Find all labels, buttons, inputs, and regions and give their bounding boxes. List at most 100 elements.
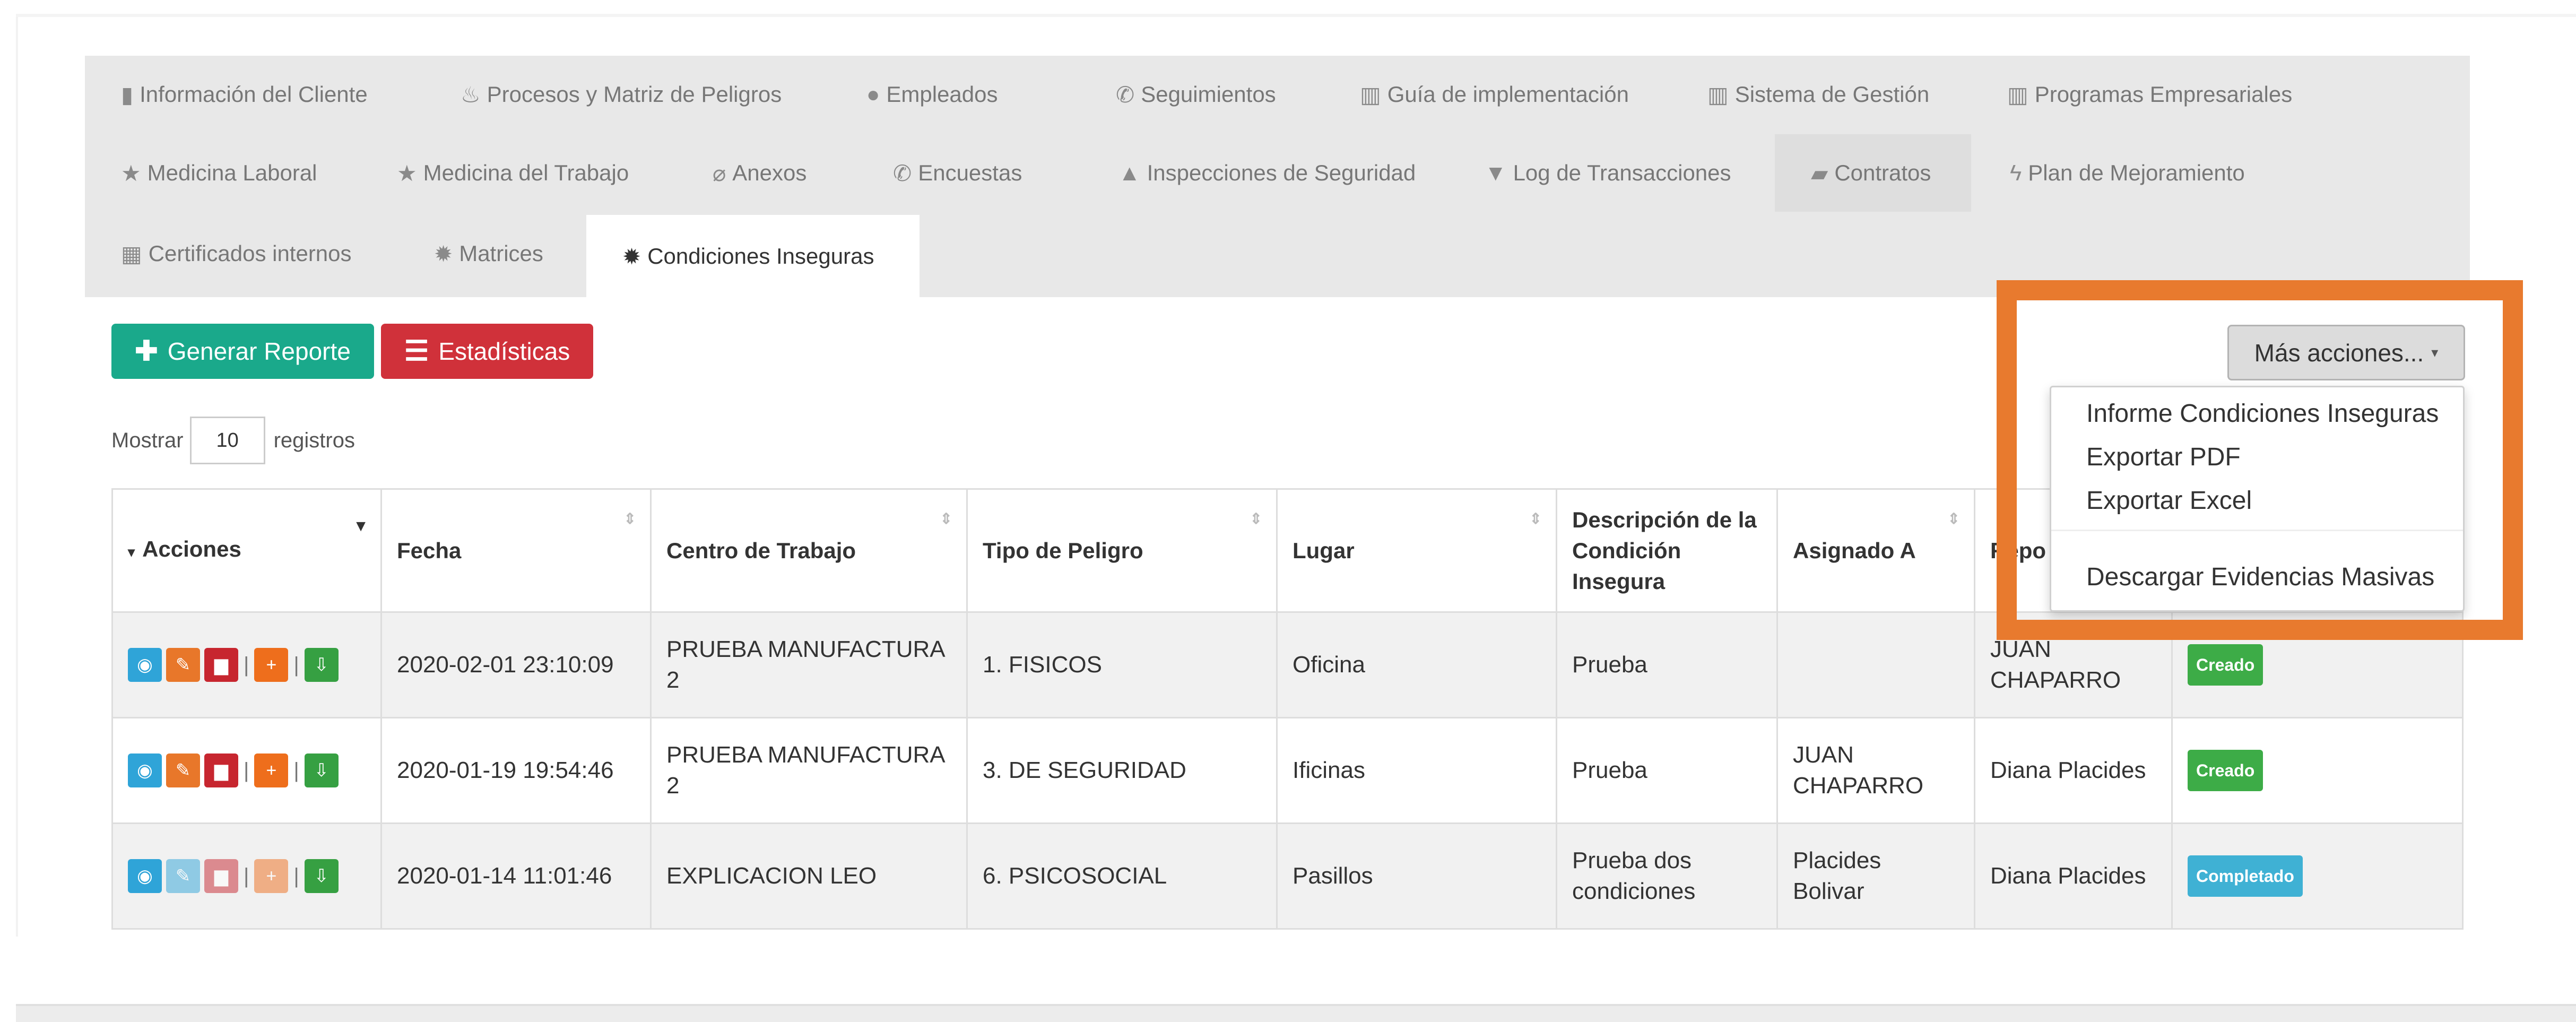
cell-centro: EXPLICACION LEO — [650, 822, 968, 930]
download-icon[interactable]: ⇩ — [304, 753, 339, 787]
cell-estado: Creado — [2171, 717, 2464, 824]
cell-lugar: Pasillos — [1276, 822, 1557, 930]
sort-icon: ⇕ — [1529, 510, 1542, 527]
table-row: ◉ ✎ ▆ | + | ⇩ 2020-01-14 11:01:46 EXPLICACION … — [111, 822, 2464, 930]
filter-icon: ▼ — [1485, 160, 1507, 185]
tab-empleados[interactable]: ● Empleados — [830, 56, 998, 133]
sort-icon: ⇕ — [940, 510, 952, 527]
table-row: ◉ ✎ ▆ | + | ⇩ 2020-01-19 19:54:46 PRUEBA MANUF… — [111, 717, 2464, 824]
tab-matrices[interactable]: ✹ Matrices — [398, 215, 543, 292]
user-icon: ● — [866, 82, 880, 107]
trash-icon[interactable]: ▆ — [204, 753, 238, 787]
tab-medicina-trabajo[interactable]: ★ Medicina del Trabajo — [361, 134, 629, 212]
sort-icon: ⇕ — [1250, 510, 1262, 527]
folder-open-icon: ▰ — [1811, 160, 1828, 186]
caret-icon: ▾ — [128, 544, 135, 560]
file-icon: ▮ — [121, 82, 134, 107]
annotation-highlight-box — [1997, 280, 2523, 640]
cell-centro: PRUEBA MANUFACTURA 2 — [650, 611, 968, 718]
column-header-lugar[interactable]: Lugar ⇕ — [1276, 488, 1557, 613]
cell-fecha: 2020-01-14 11:01:46 — [380, 822, 652, 930]
edit-icon[interactable]: ✎ — [166, 648, 200, 682]
warning-icon: ▲ — [1118, 160, 1141, 185]
table-clip-mask — [16, 937, 2576, 1004]
cell-lugar: Oficina — [1276, 611, 1557, 718]
separator: | — [244, 759, 249, 782]
separator: | — [244, 653, 249, 677]
cell-descripcion: Prueba dos condiciones — [1556, 822, 1778, 930]
star-icon: ★ — [121, 160, 141, 186]
cell-asignado: Placides Bolivar — [1776, 822, 1975, 930]
cell-estado: Completado — [2171, 822, 2464, 930]
download-icon[interactable]: ⇩ — [304, 648, 339, 682]
tab-condiciones-inseguras[interactable]: ✹ Condiciones Inseguras — [586, 215, 920, 298]
cell-asignado — [1776, 611, 1975, 718]
separator: | — [244, 864, 249, 888]
view-eye-icon[interactable]: ◉ — [128, 753, 162, 787]
column-header-centro[interactable]: Centro de Trabajo ⇕ — [650, 488, 968, 613]
cell-centro: PRUEBA MANUFACTURA 2 — [650, 717, 968, 824]
edit-icon: ✎ — [166, 859, 200, 893]
statistics-button[interactable]: ☰ Estadísticas — [381, 324, 593, 379]
status-badge: Creado — [2188, 750, 2263, 791]
sort-icon: ⇕ — [1947, 510, 1960, 527]
tab-medicina-laboral[interactable]: ★ Medicina Laboral — [85, 134, 317, 212]
tab-certificados-internos[interactable]: ▦ Certificados internos — [85, 215, 352, 292]
column-header-tipo[interactable]: Tipo de Peligro ⇕ — [966, 488, 1278, 613]
actions-cell: ◉ ✎ ▆ | + | ⇩ — [111, 822, 382, 930]
tab-informacion-cliente[interactable]: ▮ Información del Cliente — [85, 56, 368, 133]
column-header-descripcion[interactable]: Descripción de la Condición Insegura — [1556, 488, 1778, 613]
edit-icon[interactable]: ✎ — [166, 753, 200, 787]
cell-fecha: 2020-01-19 19:54:46 — [380, 717, 652, 824]
cell-fecha: 2020-02-01 23:10:09 — [380, 611, 652, 718]
tab-plan-mejoramiento[interactable]: ϟ Plan de Mejoramiento — [1974, 134, 2245, 212]
plus-square-icon[interactable]: + — [254, 753, 289, 787]
plus-icon: ✚ — [135, 336, 158, 367]
page-length-select[interactable]: 10 — [189, 417, 265, 464]
bar-chart-icon: ▥ — [2007, 82, 2028, 107]
bolt-icon: ϟ — [2010, 160, 2022, 185]
tab-procesos-matriz[interactable]: ♨ Procesos y Matriz de Peligros — [424, 56, 782, 133]
column-header-asignado[interactable]: Asignado A ⇕ — [1776, 488, 1975, 613]
view-eye-icon[interactable]: ◉ — [128, 859, 162, 893]
tab-bar: ▮ Información del Cliente ♨ Procesos y Mat… — [85, 56, 2470, 298]
sort-icon: ⇕ — [623, 510, 636, 527]
phone-icon: ✆ — [893, 160, 912, 186]
tab-log-transacciones[interactable]: ▼ Log de Transacciones — [1449, 134, 1731, 212]
tab-sistema-gestion[interactable]: ▥ Sistema de Gestión — [1671, 56, 1929, 133]
plus-square-icon: + — [254, 859, 289, 893]
tab-inspecciones-seguridad[interactable]: ▲ Inspecciones de Seguridad — [1082, 134, 1416, 212]
cell-lugar: Ificinas — [1276, 717, 1557, 824]
tab-contratos[interactable]: ▰ Contratos — [1775, 134, 1971, 212]
status-badge: Completado — [2188, 855, 2303, 897]
bar-chart-icon: ▥ — [1707, 82, 1729, 107]
trash-icon[interactable]: ▆ — [204, 648, 238, 682]
certificate-icon: ✹ — [622, 244, 641, 269]
actions-cell: ◉ ✎ ▆ | + | ⇩ — [111, 717, 382, 824]
tab-guia-implementacion[interactable]: ▥ Guía de implementación — [1324, 56, 1629, 133]
tab-seguimientos[interactable]: ✆ Seguimientos — [1080, 56, 1276, 133]
view-eye-icon[interactable]: ◉ — [128, 648, 162, 682]
column-header-fecha[interactable]: Fecha ⇕ — [380, 488, 652, 613]
plus-square-icon[interactable]: + — [254, 648, 289, 682]
download-icon[interactable]: ⇩ — [304, 859, 339, 893]
sort-desc-icon: ▼ — [353, 517, 369, 535]
cell-reporta: Diana Placides — [1974, 717, 2173, 824]
cell-tipo: 1. FISICOS — [966, 611, 1278, 718]
column-header-acciones[interactable]: ▾ Acciones ▼ — [111, 488, 382, 613]
tab-encuestas[interactable]: ✆ Encuestas — [857, 134, 1022, 212]
tab-programas-empresariales[interactable]: ▥ Programas Empresariales — [1971, 56, 2292, 133]
tab-anexos[interactable]: ⌀ Anexos — [676, 134, 806, 212]
page-length-control: Mostrar 10 registros — [111, 417, 355, 464]
trash-icon: ▆ — [204, 859, 238, 893]
certificate-icon: ✹ — [434, 241, 453, 266]
fire-icon: ♨ — [461, 82, 481, 107]
paperclip-icon: ⌀ — [713, 160, 726, 186]
cell-descripcion: Prueba — [1556, 717, 1778, 824]
separator: | — [293, 864, 299, 888]
generate-report-button[interactable]: ✚ Generar Reporte — [111, 324, 374, 379]
bar-chart-icon: ▥ — [1360, 82, 1381, 107]
cell-reporta: Diana Placides — [1974, 822, 2173, 930]
separator: | — [293, 653, 299, 677]
cell-asignado: JUAN CHAPARRO — [1776, 717, 1975, 824]
